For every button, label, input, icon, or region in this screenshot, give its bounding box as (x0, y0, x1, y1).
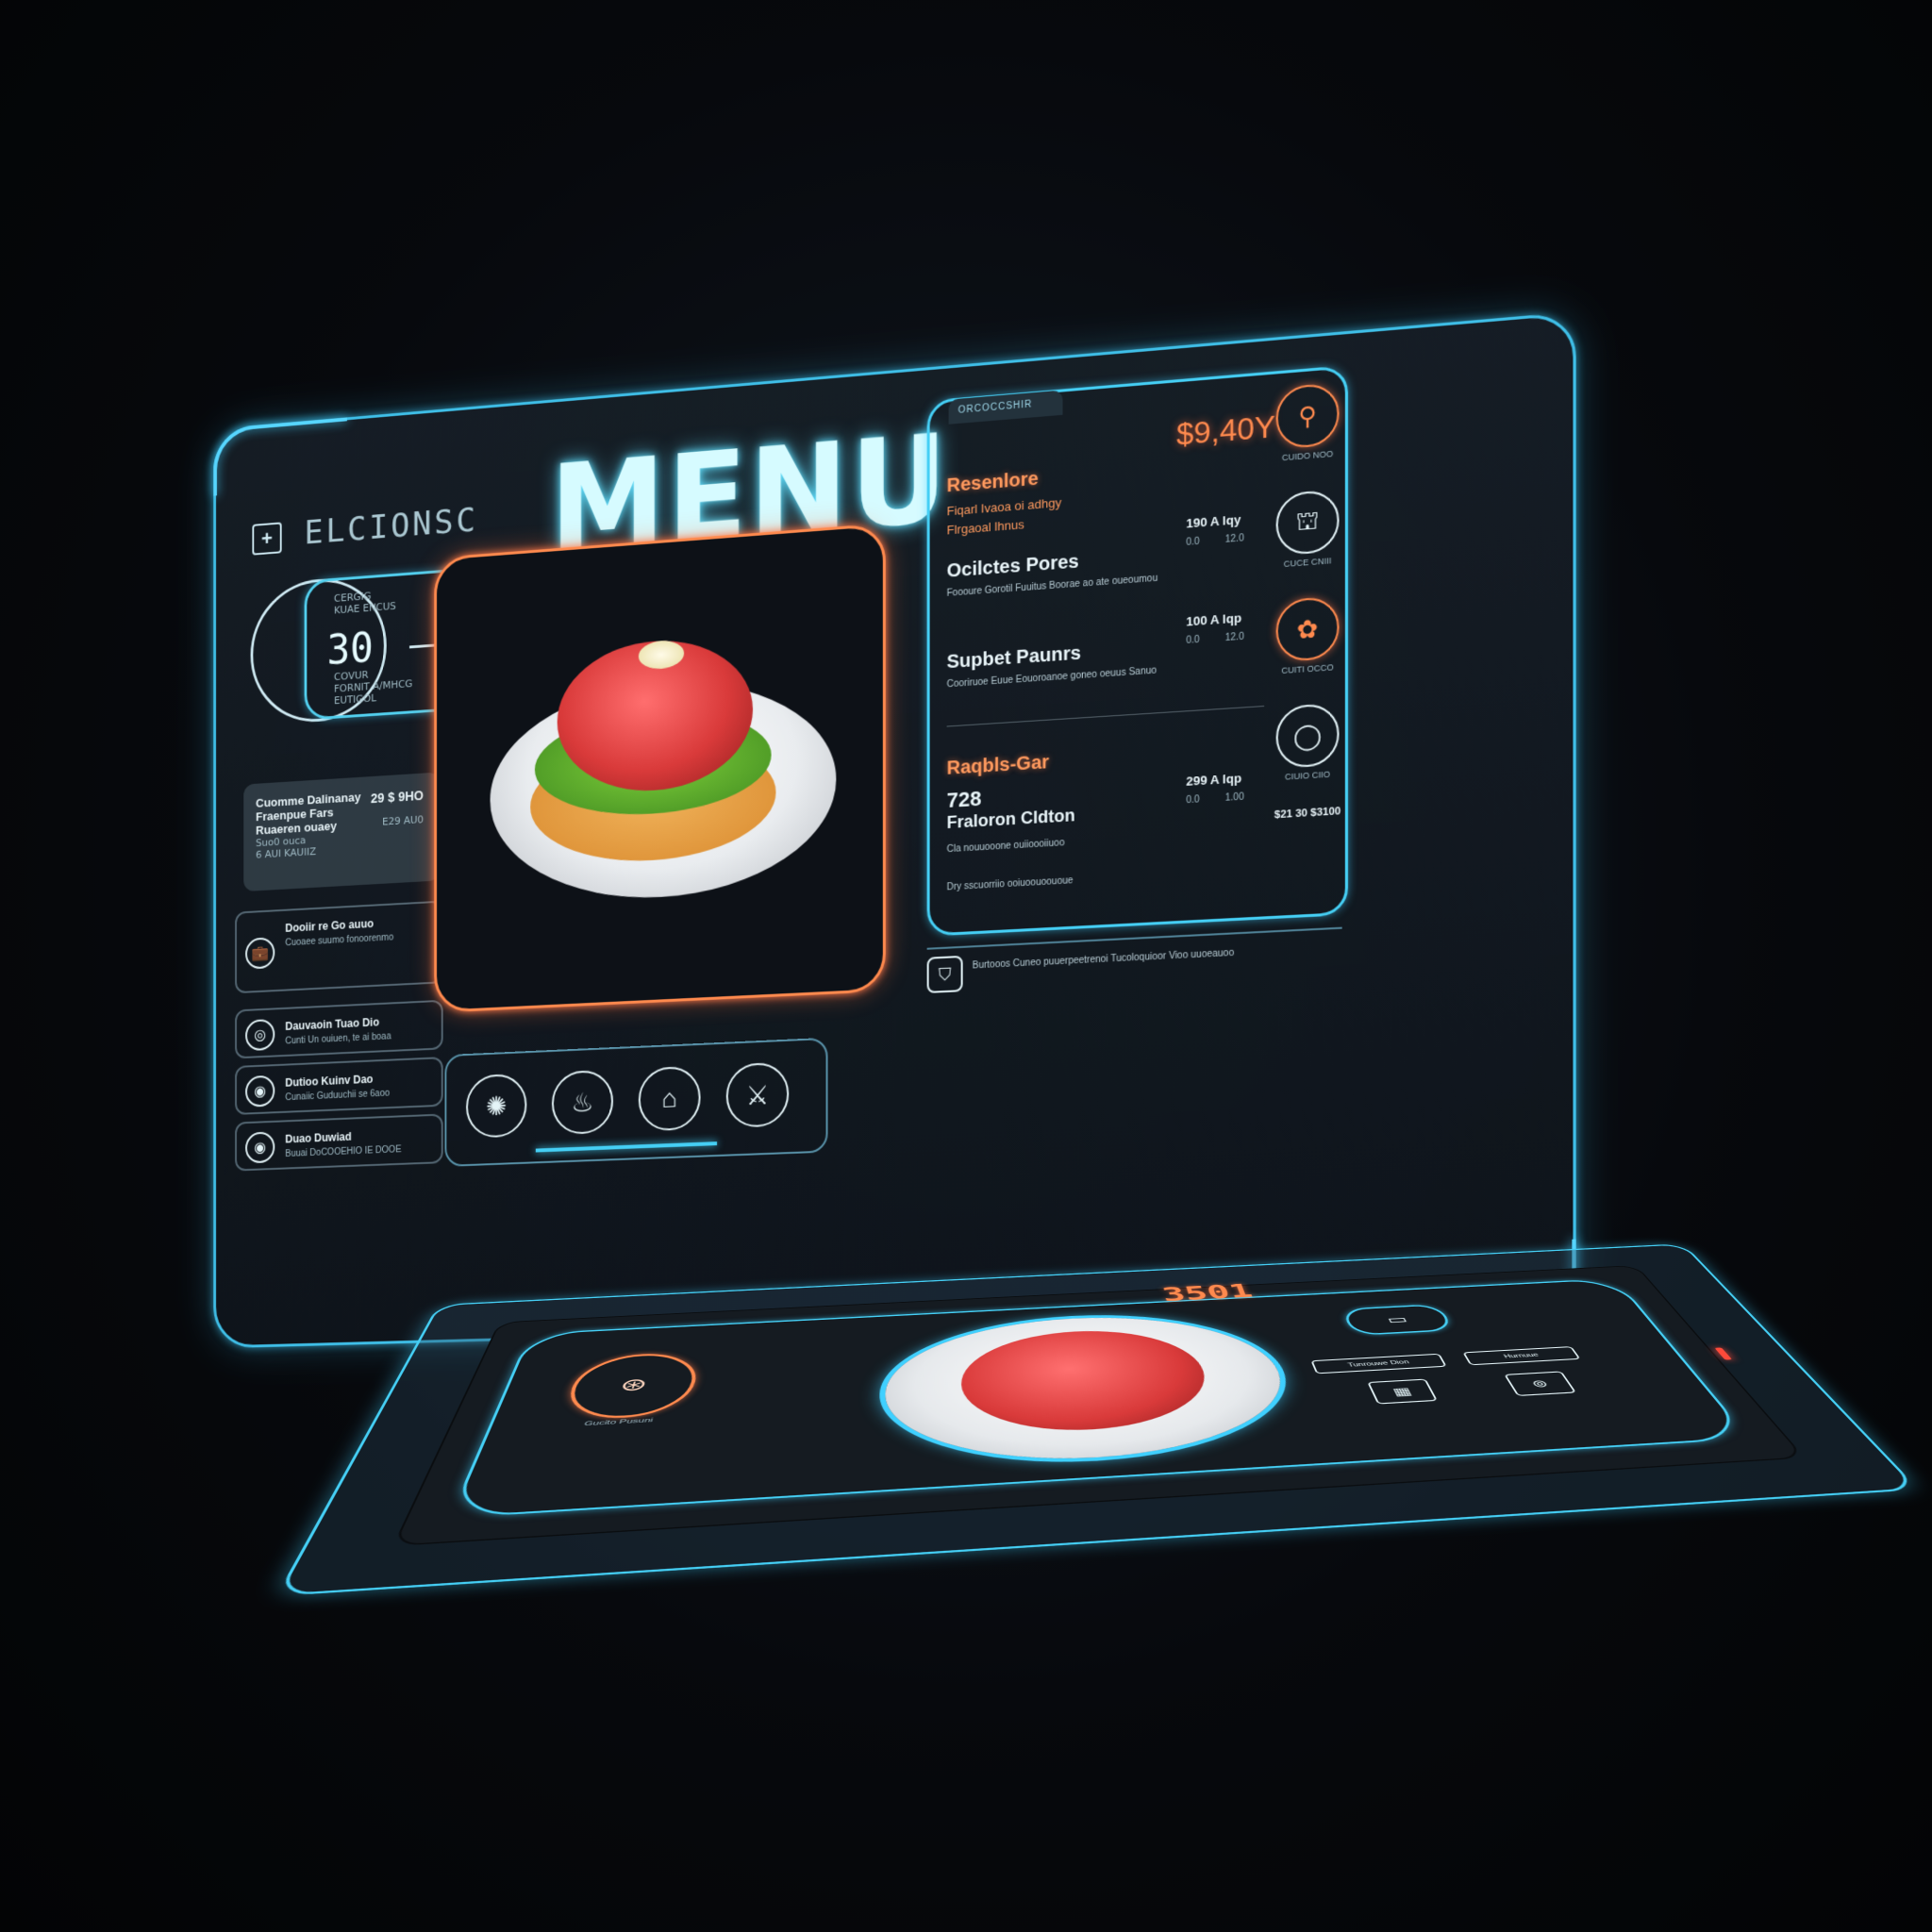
info-card[interactable]: Cuomme Dalinanay Fraenpue Fars Ruaeren o… (243, 773, 440, 892)
stats-label-top: CERGIG KUAE ENCUS (334, 588, 396, 616)
price-sub: 0.0 (1186, 537, 1199, 548)
section-price: 190 A lqy (1186, 512, 1241, 531)
price-list-panel: ORCOCCSHIR $9,40Y Resenlore Fiqarl Ivaoa… (927, 365, 1348, 937)
side-list-item[interactable]: ◎ Dauvaoin Tuao Dio Cunti Un ouiuen, te … (235, 1000, 443, 1059)
side-item-sub: Cunti Un ouiuen, te ai boaa (285, 1031, 391, 1046)
menu-screen: + ELCIONSC MENU CERGIG KUAE ENCUS 30 COV… (213, 311, 1575, 1348)
price-sub: 1.00 (1225, 791, 1244, 803)
side-item-label: Duao Duwiad (285, 1130, 351, 1145)
side-list-item[interactable]: 💼 Dooiir re Go auuo Cuoaee suumo fonoore… (235, 901, 443, 994)
price-list: Resenlore Fiqarl Ivaoa oi adhgy Flrgaoal… (947, 409, 1274, 910)
section-number: 728 (947, 787, 982, 813)
stats-label-bottom: COVUR FORNIT A/MHCG EUTIGOL (334, 666, 412, 708)
category-icon-bar: ✺ ♨ ⌂ ⚔ (444, 1038, 827, 1167)
icon-column-label: CUITI OCCO (1268, 661, 1347, 676)
featured-dish-frame[interactable] (434, 523, 886, 1012)
section-sub: Fiqarl Ivaoa oi adhgy (947, 495, 1062, 519)
plus-square-icon[interactable]: + (252, 522, 281, 555)
panel-tab[interactable]: ORCOCCSHIR (949, 390, 1063, 424)
sparkle-icon[interactable]: ✺ (466, 1074, 526, 1139)
price-sub: 12.0 (1225, 533, 1244, 545)
side-item-sub: Cunaiic Guduuchii se 6aoo (285, 1089, 390, 1103)
footer-text: Burtooos Cuneo puuerpeetrenoi Tucoloquio… (973, 948, 1235, 972)
drumstick-icon[interactable]: ♨ (552, 1070, 613, 1136)
target-icon: ◉ (245, 1131, 275, 1163)
icon-column-label: CIUIO CIIO (1268, 768, 1347, 782)
circle-icon[interactable]: ◯ (1276, 703, 1340, 769)
active-indicator (536, 1141, 717, 1152)
icon-column-price: $21 30 $3100 (1268, 806, 1347, 822)
cloche-icon[interactable]: ⛫ (1276, 490, 1340, 557)
briefcase-icon: 💼 (245, 937, 275, 969)
side-item-sub: Buuai DoCOOEHIO IE DOOE (285, 1144, 401, 1158)
section-notes: Dry sscuorriio ooiuoouoououe (947, 869, 1187, 894)
side-item-label: Dutioo Kuinv Dao (285, 1073, 373, 1090)
side-item-label: Dauvaoin Tuao Dio (285, 1016, 379, 1033)
grid-icon[interactable]: ▦ (1367, 1379, 1438, 1405)
stats-value: 30 (327, 625, 374, 675)
section-title[interactable]: Resenlore (947, 468, 1039, 497)
price-sub: 0.0 (1186, 635, 1199, 646)
info-price-sub: E29 AU0 (382, 813, 424, 827)
section-price: 100 A lqp (1186, 610, 1241, 628)
side-item-label: Dooiir re Go auuo (285, 917, 374, 935)
side-item-sub: Cuoaee suumo fonoorenmo (285, 933, 393, 949)
section-sub: Flrgaoal lhnus (947, 517, 1024, 537)
spiral-icon: ◎ (245, 1019, 275, 1051)
brain-dish-icon[interactable]: ✿ (1276, 596, 1340, 662)
corner-accent-top-left (213, 417, 347, 495)
brand-name: ELCIONSC (305, 501, 478, 552)
swirl-icon: ◉ (245, 1075, 275, 1108)
price-sub: 12.0 (1225, 632, 1244, 644)
section-desc: Cla nouuooone ouiioooiiuoo (947, 830, 1187, 856)
section-title[interactable]: Ocilctes Pores (947, 551, 1079, 583)
price-sub: 0.0 (1186, 794, 1199, 806)
footer-strip: ⛉ Burtooos Cuneo puuerpeetrenoi Tucoloqu… (927, 927, 1342, 995)
knife-icon[interactable]: ⚔ (726, 1062, 789, 1128)
section-price: 299 A lqp (1186, 771, 1241, 789)
shield-icon[interactable]: ⛉ (927, 956, 963, 993)
icon-column-label: CUCE CNIII (1268, 555, 1347, 570)
cloche-icon[interactable]: ⌂ (639, 1066, 701, 1132)
icon-column-label: CUIDO NOO (1268, 448, 1347, 464)
side-list-item[interactable]: ◉ Duao Duwiad Buuai DoCOOEHIO IE DOOE (235, 1114, 443, 1172)
section-title[interactable]: Supbet Paunrs (947, 642, 1081, 674)
divider (947, 706, 1265, 727)
side-list-item[interactable]: ◉ Dutioo Kuinv Dao Cunaiic Guduuchii se … (235, 1057, 443, 1115)
section-title[interactable]: Raqbls-Gar (947, 752, 1050, 780)
spoon-icon[interactable]: ⚲ (1276, 382, 1340, 449)
